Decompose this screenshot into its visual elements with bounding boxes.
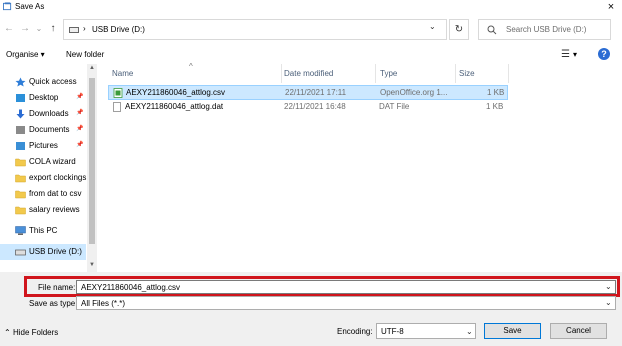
chevron-down-icon[interactable]: ⌄: [605, 298, 612, 307]
sidebar-item-label: salary reviews: [29, 205, 80, 214]
sidebar-item[interactable]: from dat to csv: [0, 186, 86, 202]
sidebar-item[interactable]: This PC: [0, 223, 86, 239]
view-options-icon[interactable]: ☰: [561, 49, 570, 60]
close-icon[interactable]: ×: [604, 0, 618, 14]
highlight-annotation: [24, 276, 620, 297]
nav-scrollbar-thumb[interactable]: [89, 78, 95, 244]
title-bar: Save As ×: [0, 0, 622, 14]
sidebar-item-label: Pictures: [29, 141, 58, 150]
save-as-icon: [3, 2, 12, 11]
folder-icon: [15, 205, 26, 215]
pin-icon: 📌: [76, 142, 84, 148]
scroll-up-icon[interactable]: ▲: [87, 65, 97, 71]
download-icon: [15, 109, 26, 119]
column-divider[interactable]: [281, 64, 282, 83]
sidebar-item[interactable]: Quick access: [0, 74, 86, 90]
save-type-label: Save as type:: [29, 299, 78, 308]
file-name: AEXY211860046_attlog.dat: [125, 102, 224, 111]
pictures-icon: [15, 141, 26, 151]
sidebar-item-label: from dat to csv: [29, 189, 82, 198]
search-placeholder: Search USB Drive (D:): [506, 25, 587, 34]
folder-icon: [15, 173, 26, 183]
sidebar-item-label: Desktop: [29, 93, 59, 102]
up-arrow-icon[interactable]: ↑: [47, 22, 59, 36]
file-name: AEXY211860046_attlog.csv: [126, 88, 226, 97]
forward-arrow-icon[interactable]: →: [19, 22, 31, 36]
save-type-value: All Files (*.*): [81, 299, 126, 308]
search-icon: [487, 25, 497, 35]
navigation-pane[interactable]: Quick access Desktop 📌 Downloads 📌 Documents 📌…: [0, 64, 98, 272]
documents-icon: [15, 125, 26, 135]
sidebar-item-label: USB Drive (D:): [29, 247, 82, 256]
search-input[interactable]: Search USB Drive (D:): [478, 19, 611, 40]
encoding-select[interactable]: UTF-8 ⌄: [376, 323, 476, 339]
sidebar-item[interactable]: COLA wizard: [0, 154, 86, 170]
hide-folders-label: Hide Folders: [12, 328, 59, 337]
folder-icon: [15, 157, 26, 167]
column-divider[interactable]: [455, 64, 456, 83]
sidebar-item-label: Documents: [29, 125, 70, 134]
address-bar[interactable]: › USB Drive (D:): [63, 19, 447, 40]
view-dropdown-icon[interactable]: ▾: [573, 50, 577, 59]
pin-icon: 📌: [76, 126, 84, 132]
sidebar-item-label: This PC: [29, 226, 58, 235]
file-size: 1 KB: [487, 88, 505, 97]
file-row[interactable]: AEXY211860046_attlog.dat 22/11/2021 16:48…: [108, 100, 508, 115]
chevron-up-icon: ⌃: [4, 328, 11, 337]
pc-icon: [15, 226, 26, 236]
column-header-size[interactable]: Size: [459, 69, 475, 78]
refresh-icon[interactable]: ↻: [449, 19, 469, 40]
back-arrow-icon[interactable]: ←: [3, 22, 15, 36]
dat-file-icon: [112, 102, 122, 112]
star-icon: [15, 77, 26, 87]
drive-icon: [69, 27, 79, 33]
column-header-type[interactable]: Type: [380, 69, 397, 78]
column-divider[interactable]: [508, 64, 509, 83]
sort-ascending-icon: ^: [189, 62, 193, 71]
sidebar-item-label: COLA wizard: [29, 157, 76, 166]
cancel-button[interactable]: Cancel: [550, 323, 607, 339]
csv-file-icon: [113, 88, 123, 98]
recent-locations-icon[interactable]: ⌄: [33, 22, 45, 36]
sidebar-item-label: Quick access: [29, 77, 77, 86]
sidebar-item[interactable]: Downloads 📌: [0, 106, 86, 122]
column-divider[interactable]: [375, 64, 376, 83]
save-type-select[interactable]: All Files (*.*) ⌄: [76, 296, 616, 310]
file-date: 22/11/2021 16:48: [284, 102, 346, 111]
sidebar-item-label: export clockings: [29, 173, 87, 182]
new-folder-button[interactable]: New folder: [66, 50, 104, 59]
sidebar-item[interactable]: Documents 📌: [0, 122, 86, 138]
pin-icon: 📌: [76, 94, 84, 100]
file-size: 1 KB: [486, 102, 504, 111]
pin-icon: 📌: [76, 110, 84, 116]
folder-icon: [15, 189, 26, 199]
sidebar-item-label: Downloads: [29, 109, 69, 118]
column-header-name[interactable]: Name: [112, 69, 133, 78]
file-type: OpenOffice.org 1...: [380, 88, 448, 97]
file-type: DAT File: [379, 102, 410, 111]
address-dropdown-icon[interactable]: ⌄: [429, 22, 436, 31]
encoding-label: Encoding:: [337, 327, 373, 336]
sidebar-item[interactable]: USB Drive (D:): [0, 244, 86, 260]
chevron-down-icon[interactable]: ⌄: [466, 327, 473, 336]
organise-button[interactable]: Organise ▾: [6, 50, 45, 59]
usb-drive-icon: [15, 247, 26, 257]
breadcrumb-separator: ›: [83, 24, 86, 33]
column-header-date[interactable]: Date modified: [284, 69, 333, 78]
sidebar-item[interactable]: Pictures 📌: [0, 138, 86, 154]
scroll-down-icon[interactable]: ▼: [87, 262, 97, 268]
sidebar-item[interactable]: export clockings: [0, 170, 86, 186]
hide-folders-button[interactable]: ⌃ Hide Folders: [4, 328, 58, 337]
window-title: Save As: [15, 2, 45, 11]
encoding-value: UTF-8: [381, 327, 404, 336]
file-row[interactable]: AEXY211860046_attlog.csv 22/11/2021 17:11…: [108, 85, 508, 100]
help-icon[interactable]: ?: [598, 48, 610, 60]
sidebar-item[interactable]: Desktop 📌: [0, 90, 86, 106]
desktop-icon: [15, 93, 26, 103]
breadcrumb-location[interactable]: USB Drive (D:): [92, 25, 145, 34]
sidebar-item[interactable]: salary reviews: [0, 202, 86, 218]
save-button[interactable]: Save: [484, 323, 541, 339]
file-date: 22/11/2021 17:11: [285, 88, 347, 97]
